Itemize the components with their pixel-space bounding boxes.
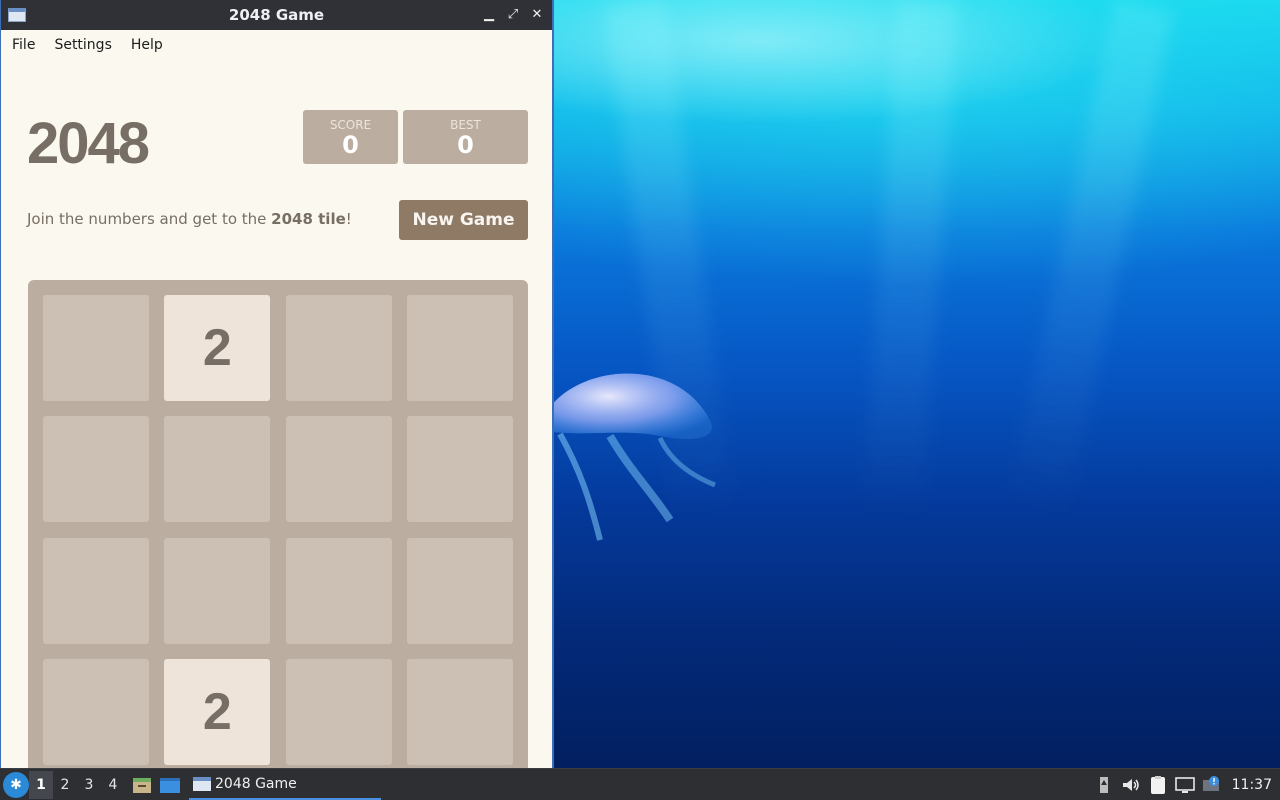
system-tray: 11:37 bbox=[1093, 769, 1280, 800]
workspace-1[interactable]: 1 bbox=[29, 770, 53, 799]
tile-2: 2 bbox=[164, 658, 271, 765]
board-cell bbox=[164, 416, 271, 523]
tile-2: 2 bbox=[164, 295, 271, 401]
board-cell bbox=[43, 416, 149, 523]
title-bar[interactable]: 2048 Game ▁ ⤢ ✕ bbox=[1, 0, 552, 30]
intro-text: Join the numbers and get to the 2048 til… bbox=[27, 210, 352, 228]
game-logo: 2048 bbox=[27, 111, 150, 176]
board-cell bbox=[406, 295, 513, 401]
new-game-button[interactable]: New Game bbox=[399, 200, 528, 240]
game-area: 2048 SCORE 0 BEST 0 Join the numbers and… bbox=[1, 60, 552, 780]
best-label: BEST bbox=[450, 118, 481, 132]
close-button[interactable]: ✕ bbox=[528, 6, 546, 24]
maximize-button[interactable]: ⤢ bbox=[504, 6, 522, 24]
board-cell bbox=[164, 537, 271, 644]
network-icon[interactable] bbox=[1174, 775, 1196, 795]
board-cell bbox=[406, 416, 513, 523]
score-label: SCORE bbox=[329, 118, 372, 132]
taskbar: ✱ 1 2 3 4 2048 Game 11:37 bbox=[0, 768, 1280, 800]
volume-icon[interactable] bbox=[1120, 775, 1142, 795]
battery-icon[interactable] bbox=[1093, 775, 1115, 795]
app-window: 2048 Game ▁ ⤢ ✕ File Settings Help 2048 … bbox=[0, 0, 554, 780]
intro-bold: 2048 tile bbox=[271, 210, 346, 228]
menu-settings[interactable]: Settings bbox=[47, 37, 118, 53]
task-label: 2048 Game bbox=[215, 775, 297, 792]
board-cell bbox=[406, 658, 513, 765]
show-desktop-icon[interactable] bbox=[159, 775, 181, 795]
task-window-icon bbox=[193, 776, 211, 791]
workspace-4[interactable]: 4 bbox=[101, 771, 125, 799]
best-score-box: BEST 0 bbox=[403, 110, 528, 164]
window-icon[interactable] bbox=[8, 8, 26, 22]
file-manager-icon[interactable] bbox=[131, 775, 153, 795]
board-cell bbox=[406, 537, 513, 644]
clock[interactable]: 11:37 bbox=[1232, 777, 1272, 793]
workspace-2[interactable]: 2 bbox=[53, 771, 77, 799]
board-cell bbox=[285, 416, 392, 523]
score-box: SCORE 0 bbox=[303, 110, 398, 164]
minimize-button[interactable]: ▁ bbox=[480, 6, 498, 24]
light-ray bbox=[861, 0, 959, 522]
board-cell bbox=[285, 295, 392, 401]
light-ray bbox=[1006, 0, 1174, 521]
menu-help[interactable]: Help bbox=[124, 37, 170, 53]
board-cell bbox=[285, 658, 392, 765]
board-cell bbox=[43, 295, 149, 401]
workspace-3[interactable]: 3 bbox=[77, 771, 101, 799]
game-board[interactable]: 22 bbox=[28, 280, 528, 780]
best-value: 0 bbox=[457, 131, 474, 159]
board-cell bbox=[43, 658, 149, 765]
score-value: 0 bbox=[342, 131, 359, 159]
intro-prefix: Join the numbers and get to the bbox=[27, 210, 272, 228]
taskbar-task-2048[interactable]: 2048 Game bbox=[189, 770, 381, 800]
clipboard-icon[interactable] bbox=[1147, 775, 1169, 795]
menu-bar: File Settings Help bbox=[1, 30, 552, 60]
board-cell bbox=[285, 537, 392, 644]
notification-icon[interactable] bbox=[1201, 775, 1223, 795]
window-title: 2048 Game bbox=[228, 6, 325, 24]
menu-file[interactable]: File bbox=[5, 37, 42, 53]
start-menu-icon[interactable]: ✱ bbox=[3, 771, 29, 798]
intro-suffix: ! bbox=[345, 210, 352, 228]
board-cell bbox=[43, 537, 149, 644]
